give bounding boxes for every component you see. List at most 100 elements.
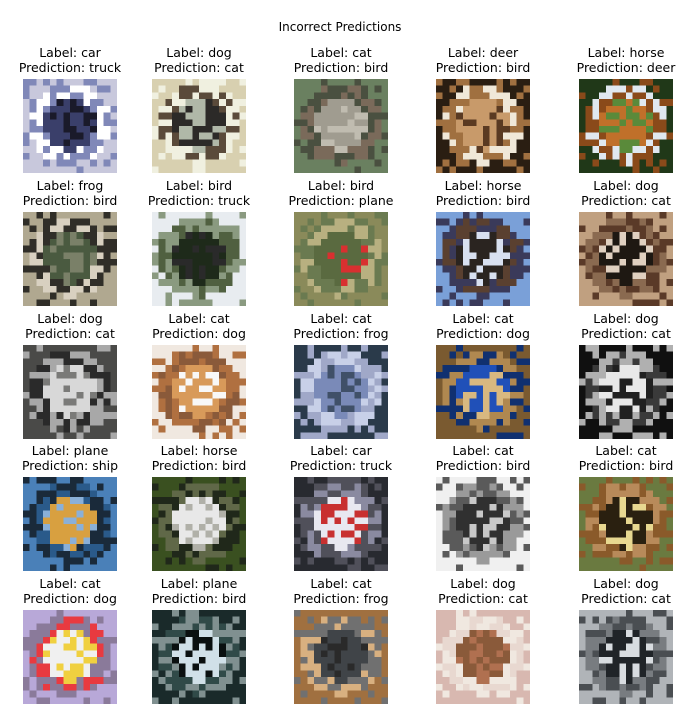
predicted-label-text: Prediction: bird [578,458,674,473]
true-label-text: Label: cat [168,311,230,326]
true-label-text: Label: horse [587,45,665,60]
predicted-label-text: Prediction: bird [435,458,531,473]
cat-icon [152,345,246,439]
predicted-label-text: Prediction: cat [581,193,671,208]
plane-image [23,477,117,571]
cat-image [579,477,673,571]
true-label-text: Label: bird [165,178,233,193]
dog-image [436,610,530,704]
true-label-text: Label: dog [166,45,232,60]
true-label-text: Label: cat [310,576,372,591]
bird-image [152,212,246,306]
frog-image [23,212,117,306]
cat-image [436,477,530,571]
predicted-label-text: Prediction: bird [435,193,531,208]
cat-image [294,79,388,173]
predicted-label-text: Prediction: bird [435,60,531,75]
horse-icon [152,477,246,571]
car-icon [294,477,388,571]
dog-image [579,345,673,439]
car-image [294,477,388,571]
dog-image [579,212,673,306]
cat-image [152,345,246,439]
dog-icon [152,79,246,173]
cat-icon [436,477,530,571]
true-label-text: Label: dog [593,311,659,326]
cat-icon [436,345,530,439]
bird-icon [152,212,246,306]
true-label-text: Label: bird [307,178,375,193]
true-label-text: Label: dog [450,576,516,591]
predicted-label-text: Prediction: cat [581,326,671,341]
true-label-text: Label: car [310,443,372,458]
predicted-label-text: Prediction: cat [25,326,115,341]
predicted-label-text: Prediction: truck [289,458,393,473]
predicted-label-text: Prediction: truck [18,60,122,75]
horse-icon [436,212,530,306]
horse-icon [579,79,673,173]
true-label-text: Label: horse [444,178,522,193]
cat-icon [294,79,388,173]
dog-icon [436,610,530,704]
dog-image [579,610,673,704]
horse-image [579,79,673,173]
deer-image [436,79,530,173]
dog-icon [579,610,673,704]
predicted-label-text: Prediction: dog [152,326,246,341]
horse-image [152,477,246,571]
true-label-text: Label: plane [160,576,238,591]
plane-image [152,610,246,704]
predicted-label-text: Prediction: frog [293,591,389,606]
true-label-text: Label: deer [447,45,519,60]
predicted-label-text: Prediction: frog [293,326,389,341]
true-label-text: Label: cat [452,443,514,458]
cat-image [436,345,530,439]
cat-icon [294,345,388,439]
predicted-label-text: Prediction: cat [438,591,528,606]
predicted-label-text: Prediction: bird [151,591,247,606]
true-label-text: Label: dog [593,576,659,591]
predicted-label-text: Prediction: cat [154,60,244,75]
dog-icon [579,345,673,439]
true-label-text: Label: cat [310,45,372,60]
predictions-grid: Label: car Prediction: truck Label: dog Pre… [0,0,680,709]
predicted-label-text: Prediction: bird [22,193,118,208]
true-label-text: Label: cat [595,443,657,458]
predicted-label-text: Prediction: bird [151,458,247,473]
cat-icon [23,610,117,704]
cat-image [294,345,388,439]
dog-image [152,79,246,173]
dog-icon [23,345,117,439]
true-label-text: Label: plane [31,443,109,458]
dog-icon [579,212,673,306]
true-label-text: Label: car [39,45,101,60]
true-label-text: Label: horse [160,443,238,458]
true-label-text: Label: cat [452,311,514,326]
predicted-label-text: Prediction: truck [147,193,251,208]
frog-icon [23,212,117,306]
predicted-label-text: Prediction: cat [581,591,671,606]
true-label-text: Label: cat [39,576,101,591]
dog-image [23,345,117,439]
true-label-text: Label: cat [310,311,372,326]
predicted-label-text: Prediction: plane [288,193,394,208]
true-label-text: Label: dog [37,311,103,326]
cat-icon [579,477,673,571]
cat-image [23,610,117,704]
plane-icon [152,610,246,704]
bird-icon [294,212,388,306]
horse-image [436,212,530,306]
predicted-label-text: Prediction: bird [293,60,389,75]
cat-image [294,610,388,704]
predicted-label-text: Prediction: dog [23,591,117,606]
true-label-text: Label: dog [593,178,659,193]
car-icon [23,79,117,173]
plane-icon [23,477,117,571]
car-image [23,79,117,173]
deer-icon [436,79,530,173]
predicted-label-text: Prediction: ship [21,458,119,473]
bird-image [294,212,388,306]
predicted-label-text: Prediction: deer [576,60,676,75]
cat-icon [294,610,388,704]
predicted-label-text: Prediction: dog [436,326,530,341]
